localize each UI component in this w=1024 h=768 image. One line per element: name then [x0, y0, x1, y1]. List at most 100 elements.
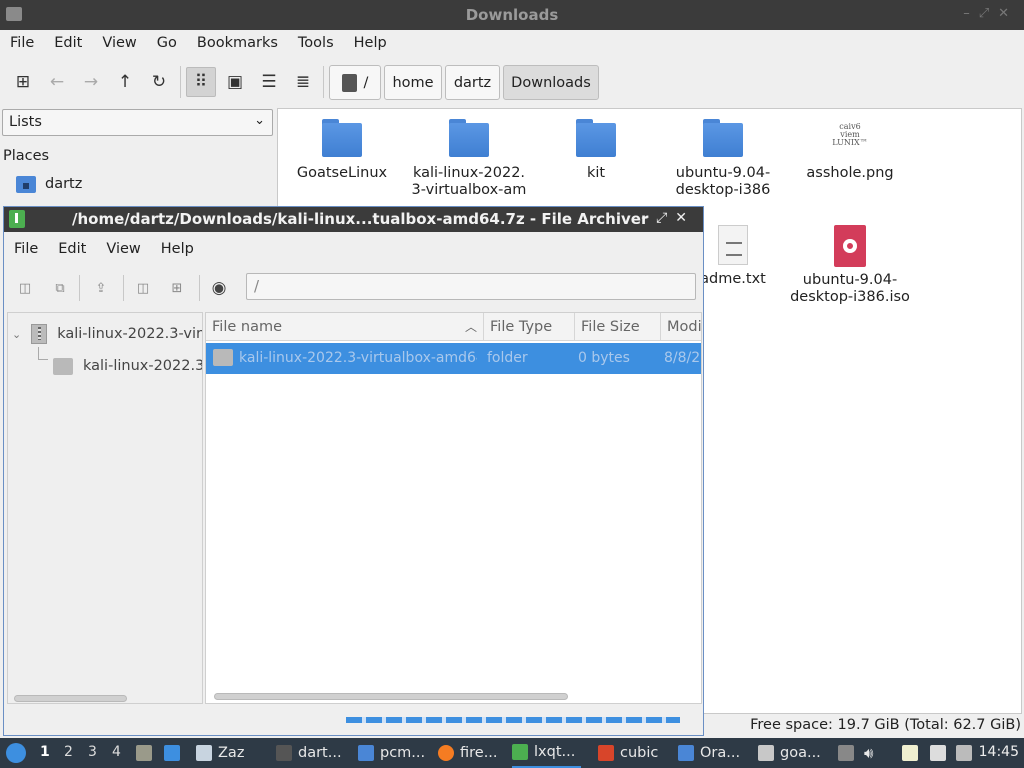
workspace-4[interactable]: 4	[112, 744, 121, 760]
tray-up-arrow-icon[interactable]	[838, 745, 854, 761]
places-heading: Places	[3, 148, 50, 164]
column-header-modified[interactable]: Modified	[661, 313, 701, 341]
file-item[interactable]: GoatseLinux	[277, 119, 407, 182]
archive-path-field[interactable]: /	[246, 273, 696, 300]
task-oracle-virtualbox[interactable]: Ora...	[678, 738, 740, 768]
folder-icon	[358, 745, 374, 761]
breadcrumb-home[interactable]: home	[384, 65, 442, 100]
task-terminal[interactable]: dart...	[276, 738, 342, 768]
thumbnail-view-icon[interactable]: ▣	[220, 67, 250, 97]
text-file-icon	[718, 225, 748, 265]
task-goatse[interactable]: goa...	[758, 738, 821, 768]
quicklaunch-file-manager[interactable]	[136, 738, 158, 768]
forward-arrow-icon[interactable]: →	[76, 67, 106, 97]
task-zaz[interactable]: Zaz	[196, 738, 244, 768]
workspace-3[interactable]: 3	[88, 744, 97, 760]
task-lxqt-archiver[interactable]: lxqt...	[512, 738, 582, 768]
add-folder-icon[interactable]: ⊞	[166, 277, 188, 299]
file-archiver-titlebar[interactable]: /home/dartz/Downloads/kali-linux...tualb…	[4, 207, 703, 232]
back-arrow-icon[interactable]: ←	[42, 67, 72, 97]
window-title: /home/dartz/Downloads/kali-linux...tualb…	[72, 210, 649, 228]
activity-progress-bar	[346, 717, 680, 723]
file-manager-icon	[136, 745, 152, 761]
file-item[interactable]: kit	[531, 119, 661, 182]
breadcrumb-dartz[interactable]: dartz	[445, 65, 500, 100]
menu-help[interactable]: Help	[344, 35, 397, 51]
stop-icon[interactable]: ◉	[208, 277, 230, 299]
file-item[interactable]: ubuntu-9.04-desktop-i386	[658, 119, 788, 199]
window-controls[interactable]: –⤢✕	[963, 6, 1018, 21]
tree-item-folder[interactable]: kali-linux-2022.3-virtualbox-amd64	[53, 354, 202, 378]
file-manager-titlebar[interactable]: Downloads –⤢✕	[0, 0, 1024, 30]
menu-bar: File Edit View Help	[4, 236, 703, 262]
archive-file-list: File name ︿ File Type File Size Modified…	[205, 312, 702, 704]
column-header-file-type[interactable]: File Type	[484, 313, 575, 341]
archive-folder-tree: ⌄ kali-linux-2022.3-virtualbox-amd64.7z …	[7, 312, 203, 704]
task-cubic[interactable]: cubic	[598, 738, 658, 768]
folder-icon	[322, 119, 362, 157]
window-controls[interactable]: –⤢✕	[641, 210, 695, 226]
menu-help[interactable]: Help	[151, 241, 204, 257]
chevron-down-icon: ⌄	[12, 327, 22, 341]
image-file-icon: caiv6 viem LUNIX™	[832, 122, 868, 147]
archive-app-icon	[9, 210, 25, 228]
file-item[interactable]: ubuntu-9.04-desktop-i386.iso	[785, 225, 915, 306]
task-pcmanfm[interactable]: pcm...	[358, 738, 425, 768]
taskbar: 1 2 3 4 Zaz dart... pcm... fire... lxqt.…	[0, 738, 1024, 768]
update-notifier-icon[interactable]	[956, 745, 972, 761]
chevron-down-icon: ⌄	[254, 113, 265, 128]
zip-archive-icon	[31, 324, 48, 344]
side-pane-mode-select[interactable]: Lists ⌄	[2, 109, 273, 136]
menu-edit[interactable]: Edit	[48, 241, 96, 257]
task-firefox[interactable]: fire...	[438, 738, 498, 768]
menu-view[interactable]: View	[92, 35, 146, 51]
menu-file[interactable]: File	[4, 241, 48, 257]
folder-icon	[449, 119, 489, 157]
disc-image-icon	[834, 225, 866, 267]
column-header-file-size[interactable]: File Size	[575, 313, 661, 341]
compact-view-icon[interactable]: ☰	[254, 67, 284, 97]
clipboard-icon[interactable]	[902, 745, 918, 761]
open-archive-icon[interactable]: ⧉	[49, 277, 71, 299]
breadcrumb-root[interactable]: /	[329, 65, 381, 100]
new-tab-icon[interactable]: ⊞	[8, 67, 38, 97]
main-menu-button[interactable]	[6, 738, 32, 768]
quicklaunch-desktop[interactable]	[164, 738, 186, 768]
menu-bookmarks[interactable]: Bookmarks	[187, 35, 288, 51]
new-archive-icon[interactable]: ◫	[14, 277, 36, 299]
file-item[interactable]: caiv6 viem LUNIX™ asshole.png	[785, 119, 915, 182]
menu-tools[interactable]: Tools	[288, 35, 344, 51]
cubic-icon	[598, 745, 614, 761]
file-item[interactable]: kali-linux-2022.3-virtualbox-amd64	[404, 119, 534, 199]
column-header-file-name[interactable]: File name ︿	[206, 313, 484, 341]
extract-icon[interactable]: ⇪	[90, 277, 112, 299]
lxqt-logo-icon	[6, 743, 26, 763]
add-files-icon[interactable]: ◫	[132, 277, 154, 299]
menu-bar: File Edit View Go Bookmarks Tools Help	[0, 30, 1024, 56]
menu-edit[interactable]: Edit	[44, 35, 92, 51]
menu-view[interactable]: View	[96, 241, 150, 257]
tree-item-archive[interactable]: ⌄ kali-linux-2022.3-virtualbox-amd64.7z	[12, 322, 202, 346]
folder-icon	[53, 357, 73, 375]
menu-file[interactable]: File	[0, 35, 44, 51]
workspace-2[interactable]: 2	[64, 744, 73, 760]
network-icon[interactable]	[930, 745, 946, 761]
folder-icon	[703, 119, 743, 157]
reload-icon[interactable]: ↻	[144, 67, 174, 97]
up-arrow-icon[interactable]: ↑	[110, 67, 140, 97]
clock[interactable]: 14:45	[979, 744, 1019, 760]
window-title: Downloads	[465, 6, 559, 24]
toolbar: ⊞ ← → ↑ ↻ ⠿ ▣ ☰ ≣ / home dartz Downloads	[0, 62, 1024, 104]
place-item-dartz[interactable]: dartz	[16, 172, 82, 196]
volume-icon[interactable]: 🔊︎	[864, 738, 873, 768]
table-row[interactable]: kali-linux-2022.3-virtualbox-amd64 folde…	[206, 343, 701, 374]
tree-horizontal-scrollbar[interactable]	[14, 695, 127, 702]
list-horizontal-scrollbar[interactable]	[214, 693, 568, 700]
folder-icon	[213, 349, 233, 366]
file-archiver-window: /home/dartz/Downloads/kali-linux...tualb…	[3, 206, 704, 736]
detailed-list-view-icon[interactable]: ≣	[288, 67, 318, 97]
workspace-1[interactable]: 1	[40, 744, 50, 760]
icon-view-icon[interactable]: ⠿	[186, 67, 216, 97]
breadcrumb-downloads[interactable]: Downloads	[503, 65, 599, 100]
menu-go[interactable]: Go	[147, 35, 187, 51]
